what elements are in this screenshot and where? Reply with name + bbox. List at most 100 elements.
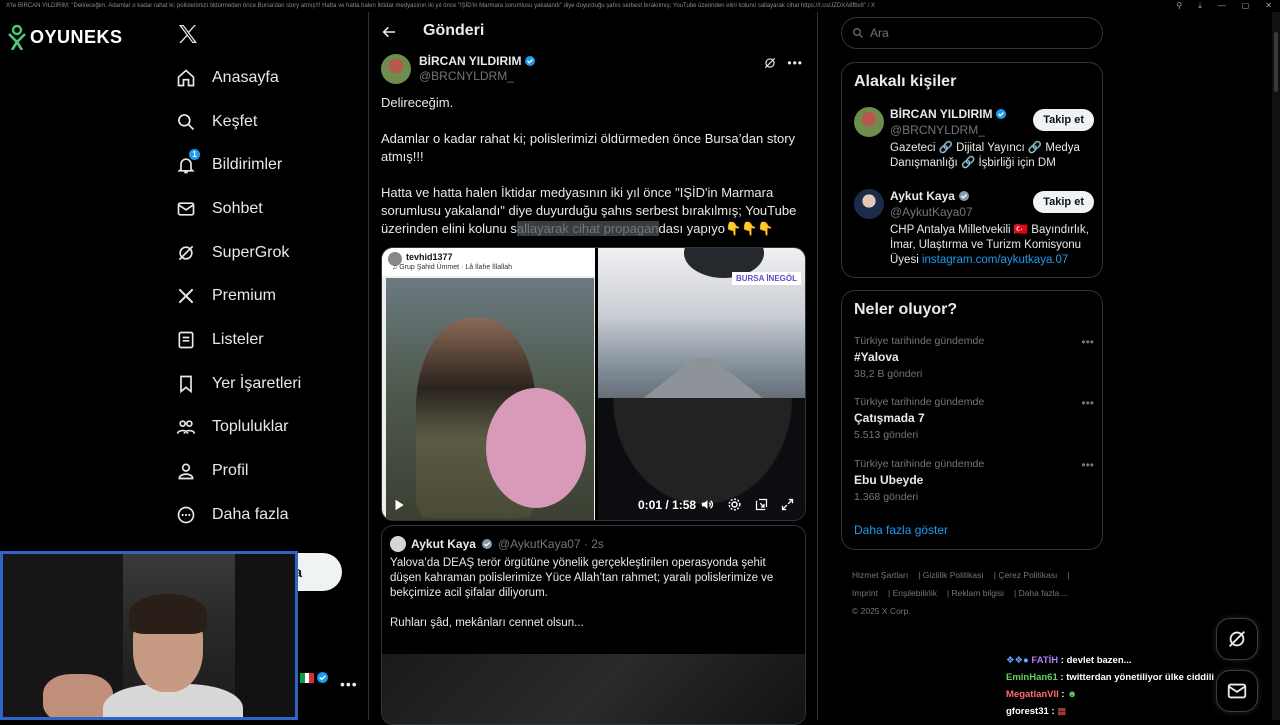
- chat-user: gforest31: [1006, 706, 1049, 717]
- person-handle: @BRCNYLDRM_: [890, 123, 985, 137]
- notification-badge: 1: [189, 149, 200, 161]
- people-icon: [176, 420, 196, 435]
- chat-message: ❖❖● FATİH : devlet bazen...: [1006, 655, 1132, 666]
- footer-link[interactable]: Çerez Politikası: [998, 570, 1057, 580]
- nav-item-lists[interactable]: Listeler: [174, 318, 364, 362]
- post-paragraph: Hatta ve hatta halen İktidar medyasının …: [381, 185, 797, 236]
- bio-link[interactable]: instagram.com/aykutkaya.07: [922, 254, 1068, 266]
- nav-label: Anasayfa: [212, 68, 279, 86]
- italy-flag-icon: [300, 673, 315, 683]
- x-logo-icon[interactable]: [176, 22, 200, 46]
- maximize-icon[interactable]: ▢: [1242, 0, 1250, 12]
- quoted-post[interactable]: Aykut Kaya @AykutKaya07 · 2s Yalova’da D…: [381, 525, 806, 725]
- card-title: Alakalı kişiler: [854, 73, 957, 90]
- video-sound: ♫ Grup Şahid Ümmet · Lâ İlahe İllallah: [392, 264, 513, 271]
- video-player[interactable]: tevhid1377 ♫ Grup Şahid Ümmet · Lâ İlahe…: [381, 247, 806, 521]
- grok-icon: [178, 245, 194, 260]
- post-header: Gönderi: [369, 12, 819, 52]
- volume-icon[interactable]: [700, 497, 715, 512]
- nav-item-communities[interactable]: Topluluklar: [174, 406, 364, 450]
- quote-media[interactable]: [382, 654, 805, 724]
- more-options-icon[interactable]: •••: [1081, 396, 1094, 410]
- nav-item-premium[interactable]: Premium: [174, 274, 364, 318]
- footer-link[interactable]: Hizmet Şartları: [852, 570, 908, 580]
- nav-item-more[interactable]: Daha fazla: [174, 493, 364, 537]
- account-menu-icon[interactable]: •••: [340, 676, 358, 692]
- mail-icon: [177, 202, 195, 216]
- bookmark-icon: [180, 375, 192, 393]
- verified-badge-icon: [481, 539, 492, 549]
- close-icon[interactable]: ✕: [1265, 0, 1272, 12]
- download-icon[interactable]: ⤓: [1198, 0, 1202, 12]
- fullscreen-icon[interactable]: [780, 497, 795, 512]
- nav-item-notifications[interactable]: 1 Bildirimler: [174, 143, 364, 187]
- nav-label: Listeler: [212, 330, 264, 348]
- related-people-card: Alakalı kişiler BİRCAN YILDIRIM @BRCNYLD…: [841, 62, 1103, 278]
- back-arrow-icon[interactable]: [381, 24, 397, 40]
- more-circle-icon: [177, 506, 195, 524]
- trend-item[interactable]: Türkiye tarihinde gündemde #Yalova 38,2 …: [854, 335, 1094, 380]
- chat-message: EminHan61 : twitterdan yönetiliyor ülke …: [1006, 672, 1215, 683]
- author-handle[interactable]: @BRCNYLDRM_: [419, 69, 536, 83]
- quote-author-handle: @AykutKaya07 · 2s: [497, 537, 604, 551]
- avatar[interactable]: [390, 536, 406, 552]
- post-author[interactable]: BİRCAN YILDIRIM @BRCNYLDRM_: [381, 54, 536, 84]
- chat-user: MegatlanVII: [1006, 689, 1059, 700]
- trend-item[interactable]: Türkiye tarihinde gündemde Çatışmada 7 5…: [854, 396, 1094, 441]
- settings-icon[interactable]: [727, 497, 742, 512]
- search-input[interactable]: Ara: [841, 17, 1103, 49]
- trend-item[interactable]: Türkiye tarihinde gündemde Ebu Ubeyde 1.…: [854, 458, 1094, 503]
- avatar[interactable]: [381, 54, 411, 84]
- follow-button[interactable]: Takip et: [1033, 191, 1094, 213]
- scrollbar[interactable]: [1272, 12, 1280, 720]
- nav-item-explore[interactable]: Keşfet: [174, 100, 364, 144]
- footer-link[interactable]: Reklam bilgisi: [952, 588, 1004, 598]
- quote-paragraph: Yalova’da DEAŞ terör örgütüne yönelik ge…: [390, 557, 774, 599]
- person-name[interactable]: Aykut Kaya: [890, 189, 955, 203]
- person-name[interactable]: BİRCAN YILDIRIM: [890, 107, 992, 121]
- footer-link[interactable]: Erişilebilirlik: [893, 588, 937, 598]
- show-more-link[interactable]: Daha fazla göster: [854, 523, 948, 537]
- extension-icon[interactable]: ⚲: [1176, 0, 1182, 12]
- person-icon: [178, 463, 194, 480]
- footer-link[interactable]: Imprint: [852, 588, 878, 598]
- more-options-icon[interactable]: •••: [787, 56, 803, 70]
- verified-badge-icon: [958, 191, 969, 201]
- minimize-icon[interactable]: —: [1218, 0, 1226, 12]
- location-tag: BURSA İNEGÖL: [731, 272, 801, 285]
- trend-count: 5.513 gönderi: [854, 429, 919, 441]
- nav-item-home[interactable]: Anasayfa: [174, 56, 364, 100]
- nav-label: Bildirimler: [212, 156, 283, 174]
- author-name[interactable]: BİRCAN YILDIRIM: [419, 54, 521, 68]
- grok-icon[interactable]: [763, 56, 777, 70]
- nav-item-profile[interactable]: Profil: [174, 449, 364, 493]
- quote-paragraph: Ruhları şâd, mekânları cennet olsun...: [390, 617, 584, 629]
- avatar[interactable]: [854, 189, 884, 219]
- sidebar-nav: Anasayfa Keşfet 1 Bildirimler Sohbet Sup…: [174, 56, 364, 537]
- person-handle: @AykutKaya07: [890, 205, 973, 219]
- home-icon: [177, 69, 195, 87]
- play-icon[interactable]: [392, 498, 406, 512]
- grok-icon: [1229, 631, 1245, 647]
- pip-icon[interactable]: [754, 497, 769, 512]
- mail-icon: [1227, 683, 1247, 699]
- trend-count: 1.368 gönderi: [854, 491, 919, 503]
- footer-link[interactable]: Gizlilik Politikası: [923, 570, 984, 580]
- more-options-icon[interactable]: •••: [1081, 335, 1094, 349]
- search-icon: [853, 28, 863, 38]
- more-options-icon[interactable]: •••: [1081, 458, 1094, 472]
- quote-author-name[interactable]: Aykut Kaya: [411, 537, 476, 551]
- nav-item-bookmarks[interactable]: Yer İşaretleri: [174, 362, 364, 406]
- search-placeholder: Ara: [870, 26, 889, 40]
- nav-label: Profil: [212, 462, 249, 480]
- footer-link[interactable]: Daha fazla ...: [1019, 588, 1069, 598]
- avatar[interactable]: [854, 107, 884, 137]
- video-username: tevhid1377: [406, 252, 453, 262]
- nav-label: Daha fazla: [212, 505, 289, 523]
- person-bio: CHP Antalya Milletvekili 🇹🇷 Bayındırlık,…: [890, 224, 1089, 266]
- footer-links: Hizmet Şartları | Gizlilik Politikası | Çe…: [852, 570, 1070, 616]
- follow-button[interactable]: Takip et: [1033, 109, 1094, 131]
- selected-text: allayarak cihat propagan: [516, 221, 659, 236]
- nav-item-messages[interactable]: Sohbet: [174, 187, 364, 231]
- nav-item-supergrok[interactable]: SuperGrok: [174, 231, 364, 275]
